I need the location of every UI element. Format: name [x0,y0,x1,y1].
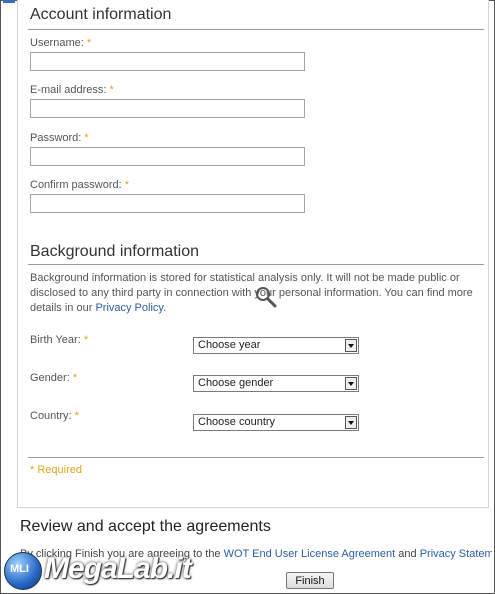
username-label: Username: * [30,37,91,49]
divider [28,264,484,265]
gender-value: Choose gender [198,377,274,389]
chevron-down-icon[interactable] [345,416,357,429]
privacy-policy-link[interactable]: Privacy Policy [95,302,163,314]
country-label-text: Country: [30,410,72,422]
required-note: * Required [30,464,82,476]
watermark-badge: MLI [10,563,29,575]
required-mark: * [74,410,79,422]
background-section-title: Background information [30,243,199,260]
birth-year-label: Birth Year: * [30,334,88,346]
finish-button[interactable]: Finish [286,572,334,589]
required-mark: * [124,179,130,191]
email-label-text: E-mail address: [30,84,107,96]
eula-link[interactable]: WOT End User License Agreement [224,548,396,560]
registration-panel: Account information Username: * E-mail a… [17,0,489,508]
email-label: E-mail address: * [30,84,114,96]
confirm-password-input[interactable] [30,194,305,213]
account-section-title: Account information [30,6,172,23]
password-label: Password: * [30,132,89,144]
username-input[interactable] [30,52,305,71]
divider [28,457,484,458]
agreements-text-and: and [395,548,420,560]
chevron-down-icon[interactable] [345,339,357,352]
watermark-logo: MLI MegaLab.it [2,548,192,594]
divider [28,29,484,30]
password-input[interactable] [30,147,305,166]
country-label: Country: * [30,410,79,422]
description-end: . [163,302,167,314]
magnifier-cursor-icon [256,287,277,308]
gender-label-text: Gender: [30,372,70,384]
birth-year-label-text: Birth Year: [30,334,81,346]
birth-year-select[interactable]: Choose year [193,337,359,354]
globe-icon: MLI [4,552,42,590]
country-value: Choose country [198,416,276,428]
confirm-password-label: Confirm password: * [30,179,129,191]
email-input[interactable] [30,99,305,118]
password-label-text: Password: [30,132,82,144]
birth-year-value: Choose year [198,339,261,351]
country-select[interactable]: Choose country [193,414,359,431]
confirm-password-label-text: Confirm password: [30,179,122,191]
required-mark: * [83,334,89,346]
username-label-text: Username: [30,37,84,49]
accent-strip [3,0,15,3]
gender-label: Gender: * [30,372,77,384]
required-mark: * [86,37,92,49]
privacy-statement-link[interactable]: Privacy Stateme [420,548,492,560]
chevron-down-icon[interactable] [345,377,357,390]
gender-select[interactable]: Choose gender [193,375,359,392]
agreements-title: Review and accept the agreements [20,518,271,535]
required-mark: * [84,132,89,144]
background-description: Background information is stored for sta… [30,271,476,316]
watermark-text: MegaLab.it [44,552,192,585]
required-mark: * [109,84,114,96]
required-mark: * [72,372,78,384]
